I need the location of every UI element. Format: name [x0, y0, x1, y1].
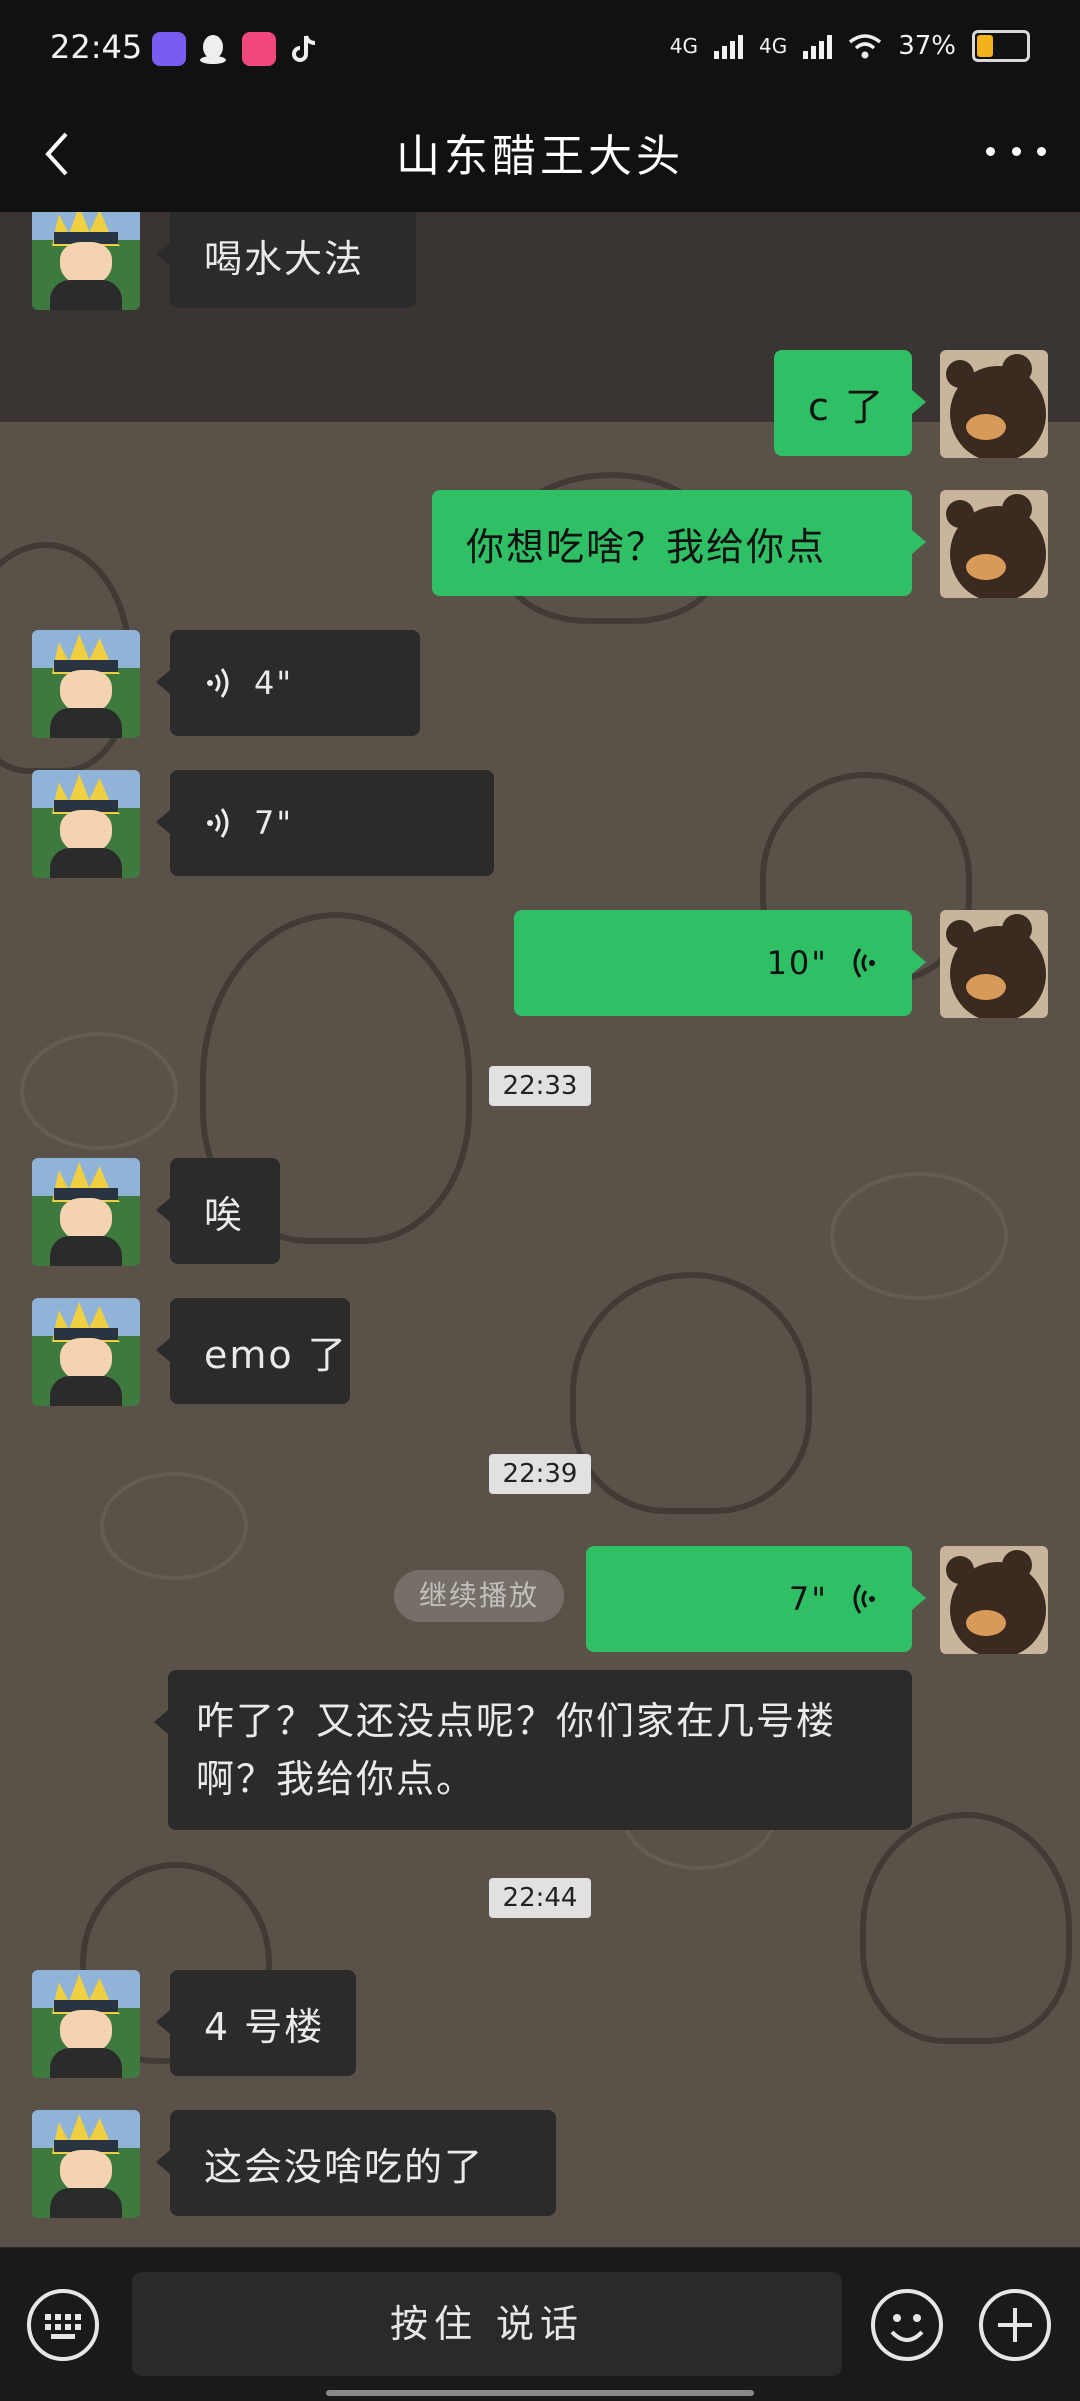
- qq-icon: [196, 32, 230, 66]
- my-avatar[interactable]: [940, 350, 1048, 458]
- voice-message-received[interactable]: 4": [156, 630, 420, 736]
- contact-avatar[interactable]: [32, 630, 140, 738]
- app-notification-icon: [152, 32, 186, 66]
- voice-duration: 7": [254, 804, 294, 842]
- contact-avatar[interactable]: [32, 1158, 140, 1266]
- contact-avatar[interactable]: [32, 1970, 140, 2078]
- status-bar: 22:45 4G 4G 37%: [0, 0, 1080, 100]
- transcript-text: 咋了？又还没点呢？你们家在几号楼啊？我给你点。: [196, 1699, 837, 1801]
- resume-playback-button[interactable]: 继续播放: [394, 1570, 564, 1622]
- wallpaper-doodle: [860, 1812, 1072, 2044]
- message-text: 喝水大法: [204, 236, 365, 281]
- voice-wave-icon: [846, 943, 878, 983]
- my-avatar[interactable]: [940, 910, 1048, 1018]
- message-bubble-received[interactable]: 这会没啥吃的了: [156, 2110, 556, 2216]
- chat-header: 山东醋王大头: [0, 100, 1080, 212]
- message-bubble-received[interactable]: 喝水大法: [156, 212, 416, 308]
- hold-to-talk-button[interactable]: 按住 说话: [132, 2272, 842, 2376]
- battery-percent: 37%: [898, 31, 956, 61]
- keyboard-toggle-button[interactable]: [26, 2288, 100, 2362]
- voice-wave-icon: [846, 1579, 878, 1619]
- contact-avatar[interactable]: [32, 212, 140, 310]
- keyboard-icon: [27, 2289, 99, 2361]
- network-1-label: 4G: [669, 34, 698, 58]
- contact-avatar[interactable]: [32, 1298, 140, 1406]
- wallpaper-cloud: [830, 1172, 1008, 1300]
- network-2-label: 4G: [758, 34, 788, 58]
- tiktok-icon: [288, 32, 322, 66]
- message-bubble-received[interactable]: 唉: [156, 1158, 280, 1264]
- message-text: 这会没啥吃的了: [204, 2144, 485, 2189]
- timestamp-text: 22:39: [488, 1454, 592, 1494]
- voice-transcript-bubble[interactable]: 咋了？又还没点呢？你们家在几号楼啊？我给你点。: [154, 1670, 912, 1830]
- message-bubble-received[interactable]: emo 了: [156, 1298, 350, 1404]
- input-bar: 按住 说话: [0, 2247, 1080, 2401]
- message-bubble-received[interactable]: 4 号楼: [156, 1970, 356, 2076]
- signal-1-icon: [713, 33, 743, 59]
- my-avatar[interactable]: [940, 1546, 1048, 1654]
- more-options-button[interactable]: [986, 136, 1046, 166]
- timestamp: 22:39: [0, 1454, 1080, 1494]
- emoji-icon: [871, 2289, 943, 2361]
- home-indicator[interactable]: [326, 2390, 754, 2396]
- message-text: 4 号楼: [204, 2004, 325, 2049]
- my-avatar[interactable]: [940, 490, 1048, 598]
- battery-icon: [972, 30, 1030, 62]
- contact-avatar[interactable]: [32, 770, 140, 878]
- voice-wave-icon: [204, 803, 236, 843]
- voice-duration: 4": [254, 664, 294, 702]
- voice-duration: 10": [766, 944, 828, 982]
- chat-area[interactable]: 喝水大法 c 了 你想吃啥？我给你点 4" 7" 10" 22:33 唉 emo…: [0, 212, 1080, 2247]
- message-text: c 了: [808, 384, 885, 429]
- message-text: 唉: [204, 1192, 245, 1237]
- plus-icon: [979, 2289, 1051, 2361]
- status-time: 22:45: [50, 28, 143, 66]
- voice-wave-icon: [204, 663, 236, 703]
- signal-2-icon: [803, 33, 833, 59]
- chat-title: 山东醋王大头: [396, 131, 684, 182]
- timestamp-text: 22:33: [488, 1066, 592, 1106]
- message-text: emo 了: [204, 1332, 348, 1377]
- timestamp: 22:33: [0, 1066, 1080, 1106]
- voice-message-received[interactable]: 7": [156, 770, 494, 876]
- contact-avatar[interactable]: [32, 2110, 140, 2218]
- wifi-icon: [849, 34, 882, 59]
- timestamp: 22:44: [0, 1878, 1080, 1918]
- emoji-button[interactable]: [870, 2288, 944, 2362]
- message-bubble-sent[interactable]: 你想吃啥？我给你点: [432, 490, 926, 596]
- message-bubble-sent[interactable]: c 了: [774, 350, 926, 456]
- voice-message-sent[interactable]: 10": [514, 910, 926, 1016]
- bilibili-icon: [242, 32, 276, 66]
- voice-message-sent[interactable]: 7": [586, 1546, 926, 1652]
- message-text: 你想吃啥？我给你点: [466, 524, 827, 569]
- more-actions-button[interactable]: [978, 2288, 1052, 2362]
- voice-duration: 7": [788, 1580, 828, 1618]
- timestamp-text: 22:44: [488, 1878, 592, 1918]
